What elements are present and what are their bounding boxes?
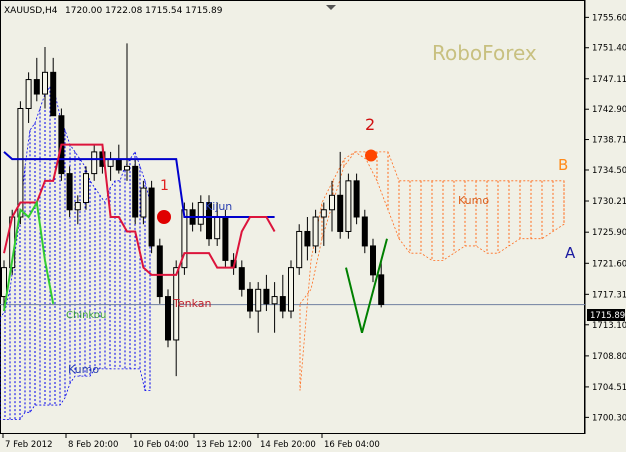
x-tick-label: 10 Feb 04:00 xyxy=(133,440,189,450)
marker-1-dot xyxy=(157,210,171,224)
current-price-value: 1715.89 xyxy=(590,311,625,321)
candle-bull xyxy=(124,165,130,171)
y-tick-label: 1717.31 xyxy=(592,290,626,300)
x-tick-label: 8 Feb 20:00 xyxy=(68,440,118,450)
x-tick-label: 16 Feb 04:00 xyxy=(324,440,380,450)
candle-bear xyxy=(378,274,385,306)
candle-bear xyxy=(50,71,57,117)
candle-bull xyxy=(74,202,81,211)
candle-layer xyxy=(1,43,385,377)
candle-bear xyxy=(279,296,286,312)
y-tick-label: 1738.71 xyxy=(592,136,626,146)
candle-bear xyxy=(222,216,229,261)
candle-bull xyxy=(25,79,32,109)
collapse-triangle-icon[interactable] xyxy=(326,5,336,10)
candle-bear xyxy=(337,194,344,232)
x-tick-label: 14 Feb 20:00 xyxy=(260,440,316,450)
annotation-a: A xyxy=(565,244,576,262)
y-tick-label: 1713.10 xyxy=(592,321,626,331)
annotation-b: B xyxy=(558,156,568,174)
x-axis: 7 Feb 2012 8 Feb 20:00 10 Feb 04:00 13 Feb … xyxy=(2,434,380,450)
annotation-chinkou: Chinkou xyxy=(66,310,106,321)
annotation-layer: Kijun Tenkan Chinkou Kumo Kumo 1 2 A B xyxy=(66,115,576,376)
candle-bear xyxy=(33,79,40,95)
marker-2-dot xyxy=(365,149,377,162)
candle-bull xyxy=(91,151,98,175)
candle-bull xyxy=(1,267,7,298)
symbol-label: XAUUSD,H4 xyxy=(4,6,58,16)
y-tick-label: 1747.11 xyxy=(592,75,626,85)
candle-bear xyxy=(263,288,270,305)
ohlc-readout: 1720.00 1722.08 1715.54 1715.89 xyxy=(65,6,223,16)
chart-canvas[interactable]: XAUUSD,H4 1720.00 1722.08 1715.54 1715.8… xyxy=(0,0,626,452)
candle-bear xyxy=(361,216,368,247)
current-price-box: 1715.89 xyxy=(587,309,625,321)
candle-bear xyxy=(156,245,163,298)
candle-bear xyxy=(165,296,171,341)
candle-bear xyxy=(247,288,253,312)
x-tick-label: 13 Feb 12:00 xyxy=(196,440,252,450)
candle-bull xyxy=(255,288,262,312)
candle-bull xyxy=(271,296,278,305)
kumo-bear-outline xyxy=(299,151,565,391)
y-tick-label: 1755.60 xyxy=(592,13,626,23)
y-tick-label: 1751.40 xyxy=(592,44,626,54)
candle-bear xyxy=(304,230,311,247)
y-tick-label: 1704.51 xyxy=(592,383,626,393)
y-tick-label: 1742.90 xyxy=(592,105,626,115)
candle-bull xyxy=(329,194,335,211)
annotation-kumo-right: Kumo xyxy=(458,194,489,207)
candle-bear xyxy=(238,267,245,290)
candle-bull xyxy=(197,202,204,225)
candle-bull xyxy=(17,108,24,218)
candle-bull xyxy=(312,216,319,247)
candle-bull xyxy=(214,216,221,240)
candle-bull xyxy=(107,158,114,167)
candle-bear xyxy=(132,165,139,218)
candle-bull xyxy=(140,187,147,218)
candle-bear xyxy=(66,173,73,211)
candle-bear xyxy=(353,180,360,218)
candle-bear xyxy=(370,245,376,276)
candle-bull xyxy=(296,230,303,269)
y-axis: 1755.60 1751.40 1747.11 1742.90 1738.71 1734.… xyxy=(585,13,626,423)
candle-bull xyxy=(345,180,352,232)
candle-bull xyxy=(320,209,327,218)
y-tick-label: 1725.90 xyxy=(592,228,626,238)
y-tick-label: 1708.80 xyxy=(592,352,626,362)
y-tick-label: 1700.30 xyxy=(592,413,626,423)
y-tick-label: 1734.50 xyxy=(592,166,626,176)
annotation-kumo-left: Kumo xyxy=(68,363,99,376)
x-tick-label: 7 Feb 2012 xyxy=(5,440,53,450)
watermark-logo: RoboForex xyxy=(432,41,537,65)
annotation-kijun: Kijun xyxy=(205,200,232,213)
annotation-two: 2 xyxy=(365,115,375,134)
candle-bull xyxy=(42,71,48,95)
annotation-one: 1 xyxy=(160,178,169,194)
annotation-tenkan: Tenkan xyxy=(172,297,212,310)
candle-bear xyxy=(115,158,122,171)
candle-bear xyxy=(148,187,155,247)
candle-bull xyxy=(288,267,294,312)
candle-bull xyxy=(83,173,89,204)
y-tick-label: 1730.21 xyxy=(592,197,626,207)
y-tick-label: 1721.60 xyxy=(592,259,626,269)
